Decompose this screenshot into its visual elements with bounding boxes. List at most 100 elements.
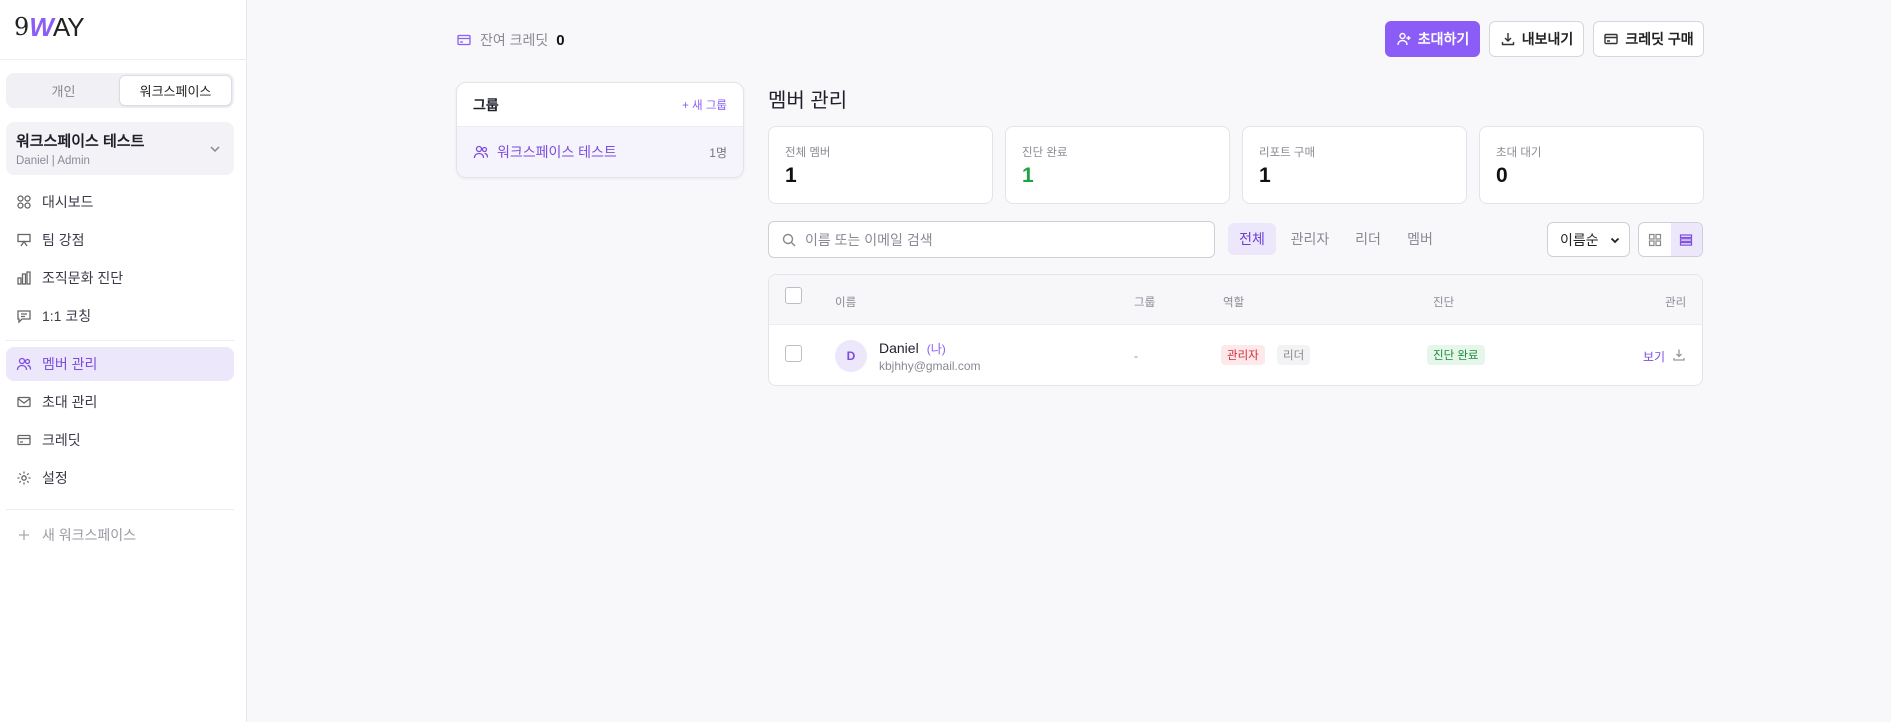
divider xyxy=(6,340,234,341)
column-group: 그룹 xyxy=(1134,297,1156,309)
stat-value: 1 xyxy=(1259,164,1271,187)
stat-value: 1 xyxy=(1022,164,1034,187)
logo-nine: 9 xyxy=(14,13,30,41)
nav-label: 크레딧 xyxy=(42,432,81,448)
table-row: D Daniel (나) kbjhhy@gmail.com - 관리자 리더 진단… xyxy=(769,325,1702,385)
member-name-line: Daniel (나) xyxy=(879,340,946,357)
avatar: D xyxy=(835,340,867,372)
column-diagnosis: 진단 xyxy=(1433,297,1455,309)
download-icon xyxy=(1500,31,1516,47)
nav-label: 대시보드 xyxy=(42,194,94,210)
gear-icon xyxy=(16,470,32,486)
divider xyxy=(0,59,247,60)
workspace-user: Daniel | Admin xyxy=(16,155,90,167)
chevron-down-icon xyxy=(1609,234,1621,246)
nav-label: 1:1 코칭 xyxy=(42,308,92,324)
nav-dashboard[interactable]: 대시보드 xyxy=(6,185,234,219)
member-group: - xyxy=(1134,349,1138,363)
grid-view-button[interactable] xyxy=(1639,223,1671,256)
member-email: kbjhhy@gmail.com xyxy=(879,359,981,373)
new-group-button[interactable]: + 새 그룹 xyxy=(682,97,727,113)
group-item[interactable]: 워크스페이스 테스트 1명 xyxy=(457,127,743,177)
nav-label: 초대 관리 xyxy=(42,394,98,410)
invite-button[interactable]: 초대하기 xyxy=(1385,21,1480,57)
download-icon[interactable] xyxy=(1672,348,1686,362)
search-box xyxy=(768,221,1215,258)
user-plus-icon xyxy=(1396,31,1412,47)
nav-culture-diagnosis[interactable]: 조직문화 진단 xyxy=(6,261,234,295)
sort-value: 이름순 xyxy=(1560,231,1599,248)
logo[interactable]: 9 W AY xyxy=(14,12,85,42)
credit-card-icon xyxy=(456,32,472,48)
credit-balance: 잔여 크레딧 0 xyxy=(456,30,565,50)
stat-label: 초대 대기 xyxy=(1496,147,1542,159)
page-title: 멤버 관리 xyxy=(768,90,848,112)
group-item-name: 워크스페이스 테스트 xyxy=(497,144,617,160)
credit-value: 0 xyxy=(556,31,565,49)
workspace-selector[interactable]: 워크스페이스 테스트 Daniel | Admin xyxy=(6,122,234,175)
buy-credit-button[interactable]: 크레딧 구매 xyxy=(1593,21,1704,57)
plus-icon xyxy=(16,527,32,543)
invite-label: 초대하기 xyxy=(1417,31,1470,47)
group-item-count: 1명 xyxy=(709,145,727,160)
workspace-name: 워크스페이스 테스트 xyxy=(16,133,145,150)
nav-label: 멤버 관리 xyxy=(42,356,98,372)
nav-coaching[interactable]: 1:1 코칭 xyxy=(6,299,234,333)
nav-label: 설정 xyxy=(42,470,68,486)
credit-label: 잔여 크레딧 xyxy=(480,32,549,48)
list-icon xyxy=(1679,233,1693,247)
row-checkbox[interactable] xyxy=(785,345,802,362)
group-panel: 그룹 + 새 그룹 워크스페이스 테스트 1명 xyxy=(456,82,744,178)
member-name: Daniel xyxy=(879,340,919,356)
users-icon xyxy=(16,356,32,372)
stat-card-report-purchase: 리포트 구매 1 xyxy=(1242,126,1467,204)
stat-card-diagnosis-complete: 진단 완료 1 xyxy=(1005,126,1230,204)
filter-all[interactable]: 전체 xyxy=(1228,223,1276,255)
export-button[interactable]: 내보내기 xyxy=(1489,21,1584,57)
bar-chart-icon xyxy=(16,270,32,286)
stat-label: 리포트 구매 xyxy=(1259,147,1316,159)
group-panel-header: 그룹 + 새 그룹 xyxy=(457,83,743,127)
export-label: 내보내기 xyxy=(1521,31,1574,47)
nav-member-management[interactable]: 멤버 관리 xyxy=(6,347,234,381)
mail-icon xyxy=(16,394,32,410)
filter-member[interactable]: 멤버 xyxy=(1398,223,1442,255)
nav-team-strengths[interactable]: 팀 강점 xyxy=(6,223,234,257)
nav-invite-management[interactable]: 초대 관리 xyxy=(6,385,234,419)
column-role: 역할 xyxy=(1223,297,1245,309)
divider xyxy=(6,509,234,510)
select-all-checkbox[interactable] xyxy=(785,287,802,304)
member-table: 이름 그룹 역할 진단 관리 D Daniel (나) kbjhhy@gmail.… xyxy=(768,274,1703,386)
grid-icon xyxy=(1648,233,1662,247)
grid-icon xyxy=(16,194,32,210)
presentation-icon xyxy=(16,232,32,248)
stat-label: 전체 멤버 xyxy=(785,147,831,159)
stat-card-pending-invites: 초대 대기 0 xyxy=(1479,126,1704,204)
chevron-down-icon xyxy=(208,142,222,156)
new-workspace-button[interactable]: 새 워크스페이스 xyxy=(6,518,234,552)
group-panel-title: 그룹 xyxy=(473,96,499,113)
nav-settings[interactable]: 설정 xyxy=(6,461,234,495)
nav-label: 팀 강점 xyxy=(42,232,85,248)
buy-credit-label: 크레딧 구매 xyxy=(1625,31,1694,47)
column-name: 이름 xyxy=(835,297,857,309)
sidebar: 9 W AY 개인 워크스페이스 워크스페이스 테스트 Daniel | Admin… xyxy=(0,0,247,722)
view-link[interactable]: 보기 xyxy=(1643,348,1665,365)
search-icon xyxy=(781,232,797,248)
users-icon xyxy=(473,144,489,160)
stat-value: 0 xyxy=(1496,164,1508,187)
role-badge-leader: 리더 xyxy=(1277,345,1311,365)
new-workspace-label: 새 워크스페이스 xyxy=(42,527,137,543)
filter-admin[interactable]: 관리자 xyxy=(1284,223,1336,255)
sort-select[interactable]: 이름순 xyxy=(1547,222,1630,257)
search-input[interactable] xyxy=(805,231,1214,248)
stat-value: 1 xyxy=(785,164,797,187)
toggle-personal[interactable]: 개인 xyxy=(8,75,119,106)
filter-leader[interactable]: 리더 xyxy=(1346,223,1390,255)
credit-card-icon xyxy=(1603,31,1619,47)
list-view-button[interactable] xyxy=(1670,223,1702,256)
nav-credit[interactable]: 크레딧 xyxy=(6,423,234,457)
toggle-workspace[interactable]: 워크스페이스 xyxy=(119,75,232,106)
credit-card-icon xyxy=(16,432,32,448)
stat-label: 진단 완료 xyxy=(1022,147,1068,159)
